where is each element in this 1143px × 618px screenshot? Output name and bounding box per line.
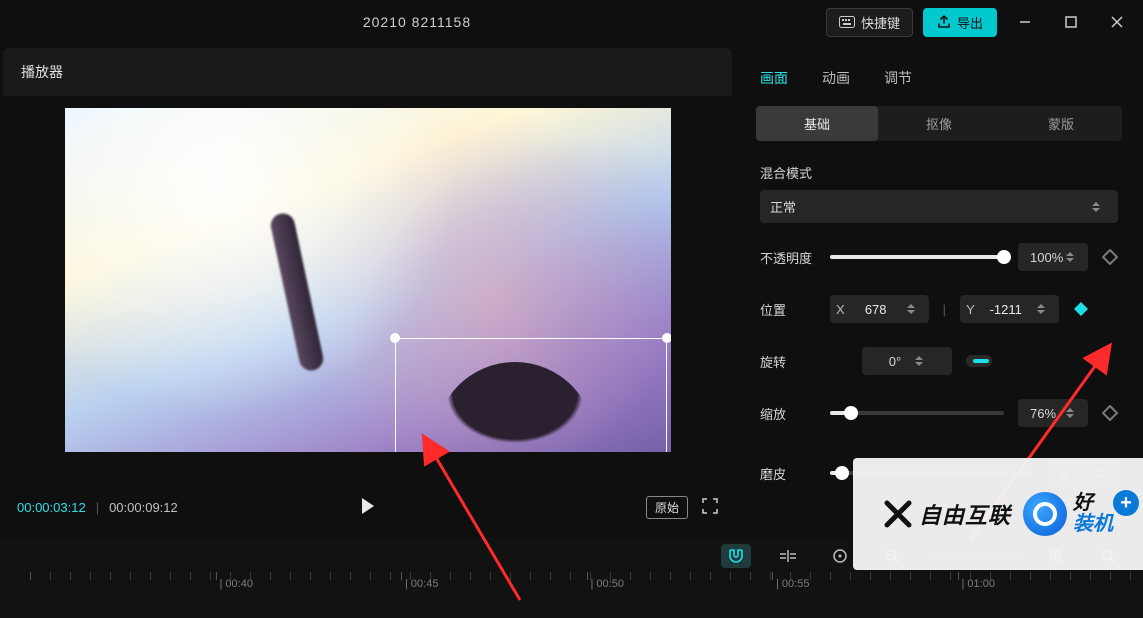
- transform-handle[interactable]: [662, 333, 671, 343]
- subtab-cutout[interactable]: 抠像: [878, 106, 1000, 141]
- shortcuts-button[interactable]: 快捷键: [826, 8, 913, 37]
- axis-y: Y: [966, 302, 975, 317]
- aspect-ratio-label: 原始: [655, 501, 679, 515]
- scale-label: 缩放: [760, 404, 816, 423]
- stepper-icon[interactable]: [1037, 300, 1053, 318]
- ruler-tick: | 00:45: [405, 578, 438, 590]
- ruler-tick: | 00:40: [220, 578, 253, 590]
- current-time: 00:00:03:12: [17, 500, 86, 515]
- blend-mode-label: 混合模式: [760, 163, 1118, 182]
- opacity-label: 不透明度: [760, 248, 816, 267]
- export-label: 导出: [957, 13, 983, 32]
- ruler-tick: | 00:50: [591, 578, 624, 590]
- watermark-logo-icon: [1023, 492, 1067, 536]
- transform-handle[interactable]: [390, 333, 400, 343]
- preview-panel: 播放器 00:00:03:12 | 00:00:09:12 原始: [3, 48, 732, 534]
- watermark-text: 装机: [1073, 514, 1113, 535]
- preview-header: 播放器: [3, 48, 732, 96]
- rotation-label: 旋转: [760, 352, 816, 371]
- tab-animation[interactable]: 动画: [822, 68, 850, 88]
- preview-footer: 00:00:03:12 | 00:00:09:12 原始: [3, 480, 732, 534]
- opacity-value[interactable]: 100%: [1018, 243, 1088, 271]
- stepper-icon[interactable]: [1066, 248, 1082, 266]
- position-x-value: 678: [853, 302, 899, 317]
- stepper-icon[interactable]: [1066, 404, 1082, 422]
- ruler-tick: | 00:55: [776, 578, 809, 590]
- subtab-basic[interactable]: 基础: [756, 106, 878, 141]
- tab-picture[interactable]: 画面: [760, 68, 788, 88]
- watermark-text: 好: [1073, 493, 1093, 514]
- project-title: 20210 8211158: [8, 14, 826, 30]
- position-label: 位置: [760, 300, 816, 319]
- axis-x: X: [836, 302, 845, 317]
- rotation-reset[interactable]: [966, 355, 992, 367]
- stepper-icon[interactable]: [915, 352, 931, 370]
- blend-mode-value: 正常: [770, 197, 796, 216]
- inspector-subtabs: 基础 抠像 蒙版: [756, 106, 1122, 141]
- time-separator: |: [96, 500, 99, 515]
- slider-thumb[interactable]: [997, 250, 1011, 264]
- position-keyframe[interactable]: [1073, 301, 1089, 317]
- fullscreen-button[interactable]: [702, 498, 718, 517]
- watermark-add-icon: +: [1113, 490, 1139, 516]
- scale-value[interactable]: 76%: [1018, 399, 1088, 427]
- watermark-text: 自由互联: [919, 498, 1011, 530]
- play-button[interactable]: [360, 497, 376, 518]
- maximize-button[interactable]: [1053, 8, 1089, 36]
- timeline-ruler[interactable]: | 00:40 | 00:45 | 00:50 | 00:55 | 01:00: [0, 572, 1143, 606]
- opacity-slider[interactable]: [830, 255, 1004, 259]
- slider-thumb[interactable]: [835, 466, 849, 480]
- close-button[interactable]: [1099, 8, 1135, 36]
- aspect-ratio-button[interactable]: 原始: [646, 496, 688, 519]
- watermark-overlay: 自由互联 好 装机 +: [853, 458, 1143, 570]
- watermark-logo-icon: [883, 499, 913, 529]
- position-y-field[interactable]: Y -1211: [960, 295, 1059, 323]
- scale-keyframe[interactable]: [1102, 405, 1118, 421]
- preview-title: 播放器: [21, 62, 63, 82]
- export-button[interactable]: 导出: [923, 8, 997, 37]
- stepper-icon[interactable]: [907, 300, 923, 318]
- magnet-tool[interactable]: [721, 544, 751, 568]
- preview-axis-tool[interactable]: [825, 544, 855, 568]
- shortcuts-label: 快捷键: [861, 13, 900, 32]
- fullscreen-icon: [702, 498, 718, 514]
- subtab-mask[interactable]: 蒙版: [1000, 106, 1122, 141]
- scale-slider[interactable]: [830, 411, 1004, 415]
- slider-thumb[interactable]: [844, 406, 858, 420]
- minimize-button[interactable]: [1007, 8, 1043, 36]
- video-canvas[interactable]: [65, 108, 671, 452]
- xy-divider: |: [943, 302, 946, 317]
- position-y-value: -1211: [983, 302, 1029, 317]
- blend-mode-select[interactable]: 正常: [760, 190, 1118, 223]
- export-icon: [937, 15, 951, 29]
- tab-adjust[interactable]: 调节: [884, 68, 912, 88]
- transform-bounds[interactable]: [395, 338, 667, 452]
- title-bar: 20210 8211158 快捷键 导出: [0, 0, 1143, 44]
- position-x-field[interactable]: X 678: [830, 295, 929, 323]
- keyboard-icon: [839, 16, 855, 28]
- stepper-icon: [1092, 198, 1108, 216]
- smooth-label: 磨皮: [760, 464, 816, 483]
- align-tool[interactable]: [773, 544, 803, 568]
- inspector-tabs: 画面 动画 调节: [738, 54, 1140, 106]
- rotation-value[interactable]: 0°: [862, 347, 952, 375]
- ruler-tick: | 01:00: [962, 578, 995, 590]
- play-icon: [360, 497, 376, 515]
- total-duration: 00:00:09:12: [109, 500, 178, 515]
- opacity-keyframe[interactable]: [1102, 249, 1118, 265]
